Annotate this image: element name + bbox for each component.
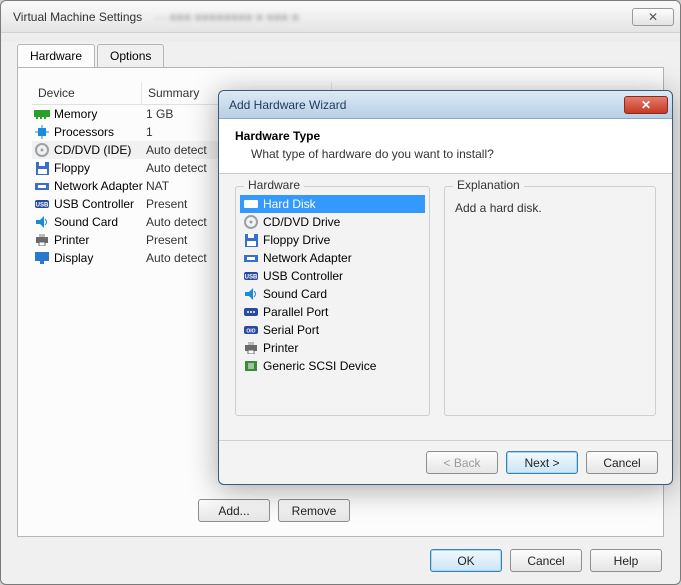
- device-summary: Present: [142, 233, 187, 247]
- main-title-extra: — ■■■ ■■■■■■■■ ■ ■■■ ■: [154, 10, 299, 24]
- hardware-item[interactable]: Generic SCSI Device: [240, 357, 425, 375]
- hardware-item[interactable]: Floppy Drive: [240, 231, 425, 249]
- usb-icon: USB: [243, 268, 259, 284]
- device-name: Processors: [54, 125, 142, 139]
- hardware-item[interactable]: Parallel Port: [240, 303, 425, 321]
- wizard-title: Add Hardware Wizard: [229, 98, 346, 112]
- hardware-item[interactable]: Printer: [240, 339, 425, 357]
- disc-icon: [243, 214, 259, 230]
- hardware-item[interactable]: Network Adapter: [240, 249, 425, 267]
- explanation-legend: Explanation: [453, 178, 524, 192]
- wizard-heading: Hardware Type: [235, 129, 656, 143]
- sound-icon: [34, 214, 50, 230]
- remove-button[interactable]: Remove: [278, 499, 350, 522]
- hardware-item[interactable]: Hard Disk: [240, 195, 425, 213]
- cpu-icon: [34, 124, 50, 140]
- nic-icon: [243, 250, 259, 266]
- hardware-item-label: Floppy Drive: [263, 233, 330, 247]
- device-name: USB Controller: [54, 197, 142, 211]
- scsi-icon: [243, 358, 259, 374]
- tab-options[interactable]: Options: [97, 44, 164, 68]
- hardware-item[interactable]: USB USB Controller: [240, 267, 425, 285]
- hardware-item[interactable]: OIO Serial Port: [240, 321, 425, 339]
- nic-icon: [34, 178, 50, 194]
- device-summary: Auto detect: [142, 215, 207, 229]
- device-name: Display: [54, 251, 142, 265]
- svg-text:USB: USB: [245, 275, 258, 281]
- hardware-item-label: Printer: [263, 341, 298, 355]
- printer-icon: [34, 232, 50, 248]
- back-button: < Back: [426, 451, 498, 474]
- device-summary: 1 GB: [142, 107, 173, 121]
- help-button[interactable]: Help: [590, 549, 662, 572]
- device-summary: Auto detect: [142, 251, 207, 265]
- hardware-item-label: USB Controller: [263, 269, 343, 283]
- add-button[interactable]: Add...: [198, 499, 270, 522]
- add-hardware-wizard: Add Hardware Wizard ✕ Hardware Type What…: [218, 90, 673, 485]
- device-name: Floppy: [54, 161, 142, 175]
- hardware-legend: Hardware: [244, 178, 304, 192]
- hdd-icon: [243, 196, 259, 212]
- hardware-item-label: CD/DVD Drive: [263, 215, 340, 229]
- device-summary: NAT: [142, 179, 169, 193]
- main-title: Virtual Machine Settings: [13, 10, 142, 24]
- hardware-item[interactable]: Sound Card: [240, 285, 425, 303]
- device-summary: Auto detect: [142, 161, 207, 175]
- tabs: Hardware Options: [17, 43, 664, 68]
- device-name: CD/DVD (IDE): [54, 143, 142, 157]
- device-name: Memory: [54, 107, 142, 121]
- disc-icon: [34, 142, 50, 158]
- main-titlebar[interactable]: Virtual Machine Settings — ■■■ ■■■■■■■■ …: [1, 1, 680, 33]
- sound-icon: [243, 286, 259, 302]
- hardware-list[interactable]: Hard Disk CD/DVD Drive Floppy Drive Network…: [240, 195, 425, 375]
- floppy-icon: [34, 160, 50, 176]
- parallel-icon: [243, 304, 259, 320]
- wizard-buttons: < Back Next > Cancel: [219, 440, 672, 484]
- serial-icon: OIO: [243, 322, 259, 338]
- wizard-body: Hardware Hard Disk CD/DVD Drive Floppy Dri…: [219, 174, 672, 440]
- hardware-item-label: Parallel Port: [263, 305, 328, 319]
- hardware-group: Hardware Hard DiskCD/DVD DriveFloppy Dri…: [235, 186, 430, 416]
- hardware-item-label: Generic SCSI Device: [263, 359, 376, 373]
- printer-icon: [243, 340, 259, 356]
- add-remove-buttons: Add... Remove: [198, 499, 350, 522]
- close-icon: ✕: [641, 98, 651, 112]
- memory-icon: [34, 106, 50, 122]
- svg-text:OIO: OIO: [246, 329, 255, 335]
- col-device[interactable]: Device: [32, 82, 142, 104]
- device-summary: Present: [142, 197, 187, 211]
- device-name: Sound Card: [54, 215, 142, 229]
- wizard-header: Hardware Type What type of hardware do y…: [219, 119, 672, 174]
- next-button[interactable]: Next >: [506, 451, 578, 474]
- ok-button[interactable]: OK: [430, 549, 502, 572]
- wizard-cancel-button[interactable]: Cancel: [586, 451, 658, 474]
- hardware-item-label: Network Adapter: [263, 251, 352, 265]
- main-close-button[interactable]: ✕: [632, 8, 674, 26]
- hardware-item-label: Serial Port: [263, 323, 319, 337]
- display-icon: [34, 250, 50, 266]
- floppy-icon: [243, 232, 259, 248]
- wizard-titlebar[interactable]: Add Hardware Wizard ✕: [219, 91, 672, 119]
- wizard-subheading: What type of hardware do you want to ins…: [235, 147, 656, 161]
- tab-hardware[interactable]: Hardware: [17, 44, 95, 68]
- wizard-close-button[interactable]: ✕: [624, 96, 668, 114]
- device-summary: 1: [142, 125, 153, 139]
- hardware-item-label: Hard Disk: [263, 197, 316, 211]
- device-name: Printer: [54, 233, 142, 247]
- hardware-item-label: Sound Card: [263, 287, 327, 301]
- device-summary: Auto detect: [142, 143, 207, 157]
- explanation-text: Add a hard disk.: [449, 195, 651, 221]
- cancel-button[interactable]: Cancel: [510, 549, 582, 572]
- hardware-item[interactable]: CD/DVD Drive: [240, 213, 425, 231]
- device-name: Network Adapter: [54, 179, 142, 193]
- dialog-buttons: OK Cancel Help: [430, 549, 662, 572]
- svg-text:USB: USB: [36, 203, 49, 209]
- usb-icon: USB: [34, 196, 50, 212]
- explanation-group: Explanation Add a hard disk.: [444, 186, 656, 416]
